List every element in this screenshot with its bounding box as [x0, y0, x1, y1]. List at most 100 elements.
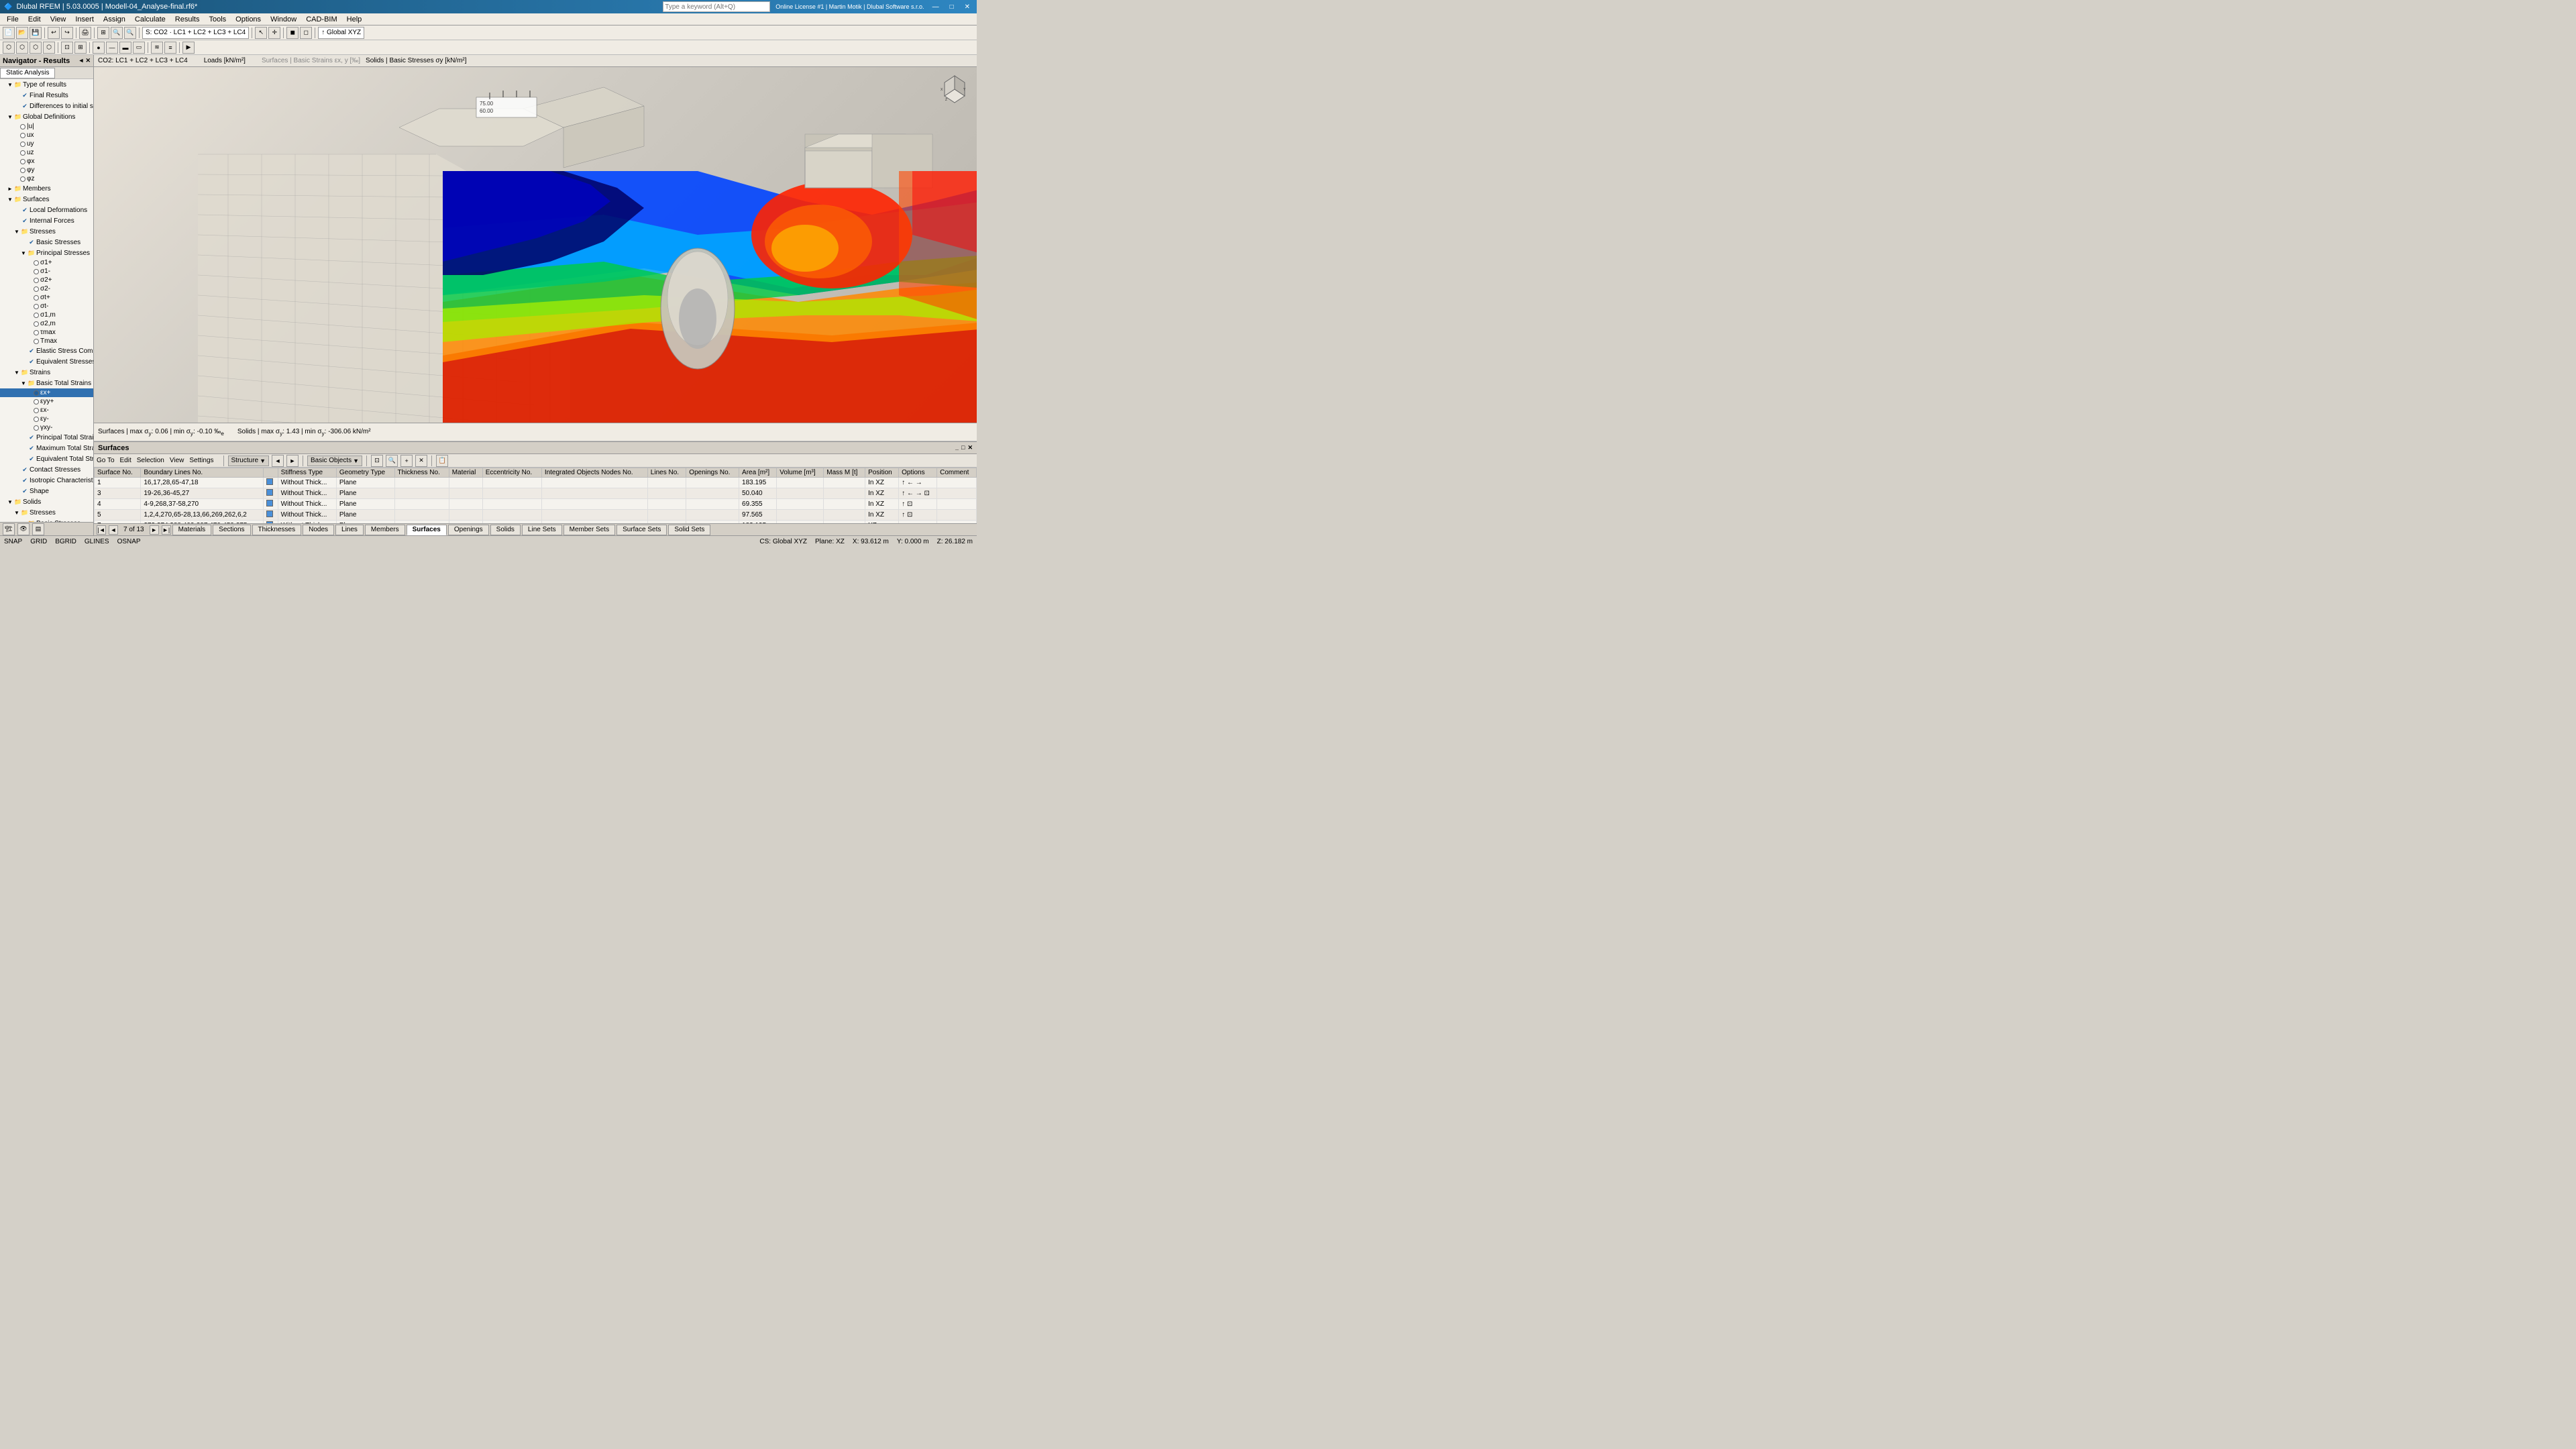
nav-strains[interactable]: ▼ 📁 Strains: [0, 367, 93, 378]
nav-members-group[interactable]: ► 📁 Members: [0, 183, 93, 194]
tab-members[interactable]: Members: [365, 525, 405, 535]
wire-btn[interactable]: ◻: [300, 27, 312, 39]
nav-internal-forces[interactable]: ✔ Internal Forces: [0, 215, 93, 226]
nav-stresses-surface[interactable]: ▼ 📁 Stresses: [0, 226, 93, 237]
bgrid-indicator[interactable]: BGRID: [55, 538, 76, 545]
tab-lines[interactable]: Lines: [335, 525, 364, 535]
nav-sigma2-plus[interactable]: σ2+: [0, 276, 93, 284]
nav-global-definitions[interactable]: ▼ 📁 Global Definitions: [0, 111, 93, 122]
view-top[interactable]: ⬡: [30, 42, 42, 54]
save-btn[interactable]: 💾: [30, 27, 42, 39]
close-button[interactable]: ✕: [962, 3, 973, 11]
stress-btn[interactable]: ≡: [164, 42, 176, 54]
menu-calculate[interactable]: Calculate: [131, 15, 170, 24]
nav-principal-total-strains[interactable]: ✔ Principal Total Strains: [0, 432, 93, 443]
table-row[interactable]: 4 4-9,268,37-58,270 Without Thick... Pla…: [95, 499, 977, 510]
tab-surfaces[interactable]: Surfaces: [407, 525, 447, 535]
print-btn[interactable]: 🖨: [79, 27, 91, 39]
snap-btn[interactable]: ⊡: [61, 42, 73, 54]
nav-taumax-cap[interactable]: Τmax: [0, 337, 93, 345]
settings-label[interactable]: Settings: [189, 457, 213, 464]
nav-surfaces-group[interactable]: ▼ 📁 Surfaces: [0, 194, 93, 205]
nav-phiy[interactable]: φy: [0, 166, 93, 174]
nav-structure-btn[interactable]: 🏗: [3, 523, 15, 535]
osnap-indicator[interactable]: OSNAP: [117, 538, 141, 545]
opt4[interactable]: ⊡: [924, 490, 930, 497]
snap-indicator[interactable]: SNAP: [4, 538, 22, 545]
opt3[interactable]: →: [916, 490, 922, 497]
nav-sigma1-minus[interactable]: σ1-: [0, 267, 93, 276]
new-btn[interactable]: 📄: [3, 27, 15, 39]
nav-tab-static[interactable]: Static Analysis: [0, 68, 55, 78]
menu-view[interactable]: View: [46, 15, 70, 24]
menu-edit[interactable]: Edit: [24, 15, 45, 24]
viewport-3d[interactable]: max 0 min 75.00 60.00 ↑ Global XYZ: [94, 67, 977, 423]
results-table[interactable]: Surface No. Boundary Lines No. Stiffness…: [94, 468, 977, 523]
menu-window[interactable]: Window: [266, 15, 301, 24]
open-btn[interactable]: 📂: [16, 27, 28, 39]
view-side[interactable]: ⬡: [16, 42, 28, 54]
nav-gammaxy-minus[interactable]: γxy-: [0, 423, 93, 432]
selection-label[interactable]: Selection: [137, 457, 164, 464]
minimize-button[interactable]: —: [930, 3, 942, 11]
tab-line-sets[interactable]: Line Sets: [522, 525, 562, 535]
nav-shape[interactable]: ✔ Shape: [0, 486, 93, 496]
tab-materials[interactable]: Materials: [172, 525, 212, 535]
nav-principal-stresses-surface[interactable]: ▼ 📁 Principal Stresses: [0, 248, 93, 258]
table-row[interactable]: 1 16,17,28,65-47,18 Without Thick... Pla…: [95, 478, 977, 488]
menu-file[interactable]: File: [3, 15, 23, 24]
nav-equivalent-stresses[interactable]: ✔ Equivalent Stresses: [0, 356, 93, 367]
result-combo-display[interactable]: S: CO2 · LC1 + LC2 + LC3 + LC4: [142, 27, 249, 39]
table-export-btn[interactable]: 📋: [436, 455, 448, 467]
nav-sigmat-plus[interactable]: σt+: [0, 293, 93, 302]
basic-objects-dropdown[interactable]: Basic Objects ▼: [307, 455, 362, 466]
member-btn[interactable]: ▬: [119, 42, 131, 54]
glines-indicator[interactable]: GLINES: [85, 538, 109, 545]
menu-cad-bim[interactable]: CAD-BIM: [302, 15, 341, 24]
table-filter-btn[interactable]: ⊡: [371, 455, 383, 467]
menu-insert[interactable]: Insert: [71, 15, 98, 24]
redo-btn[interactable]: ↪: [61, 27, 73, 39]
undo-btn[interactable]: ↩: [48, 27, 60, 39]
option-icon-3[interactable]: →: [916, 479, 922, 486]
nav-taumax[interactable]: τmax: [0, 328, 93, 337]
nav-sigma2m[interactable]: σ2,m: [0, 319, 93, 328]
menu-assign[interactable]: Assign: [99, 15, 129, 24]
next-page-btn[interactable]: ►: [150, 525, 159, 535]
zoom-out-btn[interactable]: 🔍: [124, 27, 136, 39]
nav-u-total[interactable]: |u|: [0, 122, 93, 131]
select-btn[interactable]: ↖: [255, 27, 267, 39]
table-delete-btn[interactable]: ✕: [415, 455, 427, 467]
deform-btn[interactable]: ≋: [151, 42, 163, 54]
nav-basic-total-strains[interactable]: ▼ 📁 Basic Total Strains: [0, 378, 93, 388]
nav-type-of-results[interactable]: ▼ 📁 Type of results: [0, 79, 93, 90]
menu-options[interactable]: Options: [231, 15, 265, 24]
nav-epsx-minus[interactable]: εx-: [0, 406, 93, 415]
tab-solids[interactable]: Solids: [490, 525, 521, 535]
nav-equivalent-total-strains[interactable]: ✔ Equivalent Total Strains: [0, 453, 93, 464]
opt1[interactable]: ↑: [902, 500, 905, 508]
nav-close-btn[interactable]: ✕: [85, 57, 91, 64]
nav-stresses-solid[interactable]: ▼ 📁 Stresses: [0, 507, 93, 518]
last-page-btn[interactable]: ►|: [162, 525, 171, 535]
table-prev-btn[interactable]: ◄: [272, 455, 284, 467]
opt2[interactable]: ⊡: [907, 511, 912, 519]
view-3d[interactable]: ⬡: [43, 42, 55, 54]
tab-nodes[interactable]: Nodes: [303, 525, 334, 535]
nav-basic-stresses-surface[interactable]: ✔ Basic Stresses: [0, 237, 93, 248]
nav-sigma2-minus[interactable]: σ2-: [0, 284, 93, 293]
node-btn[interactable]: ●: [93, 42, 105, 54]
zoom-in-btn[interactable]: 🔍: [111, 27, 123, 39]
maximize-button[interactable]: □: [947, 3, 957, 11]
option-icon-1[interactable]: ↑: [902, 479, 905, 486]
opt1[interactable]: ↑: [902, 511, 905, 519]
nav-final-results[interactable]: ✔ Final Results: [0, 90, 93, 101]
tab-surface-sets[interactable]: Surface Sets: [616, 525, 667, 535]
panel-minimize-btn[interactable]: _: [955, 444, 959, 451]
nav-local-deformations[interactable]: ✔ Local Deformations: [0, 205, 93, 215]
prev-page-btn[interactable]: ◄: [109, 525, 118, 535]
nav-display-btn[interactable]: 👁: [17, 523, 30, 535]
move-btn[interactable]: ✛: [268, 27, 280, 39]
option-icon-2[interactable]: ←: [907, 479, 914, 486]
table-add-btn[interactable]: +: [400, 455, 413, 467]
